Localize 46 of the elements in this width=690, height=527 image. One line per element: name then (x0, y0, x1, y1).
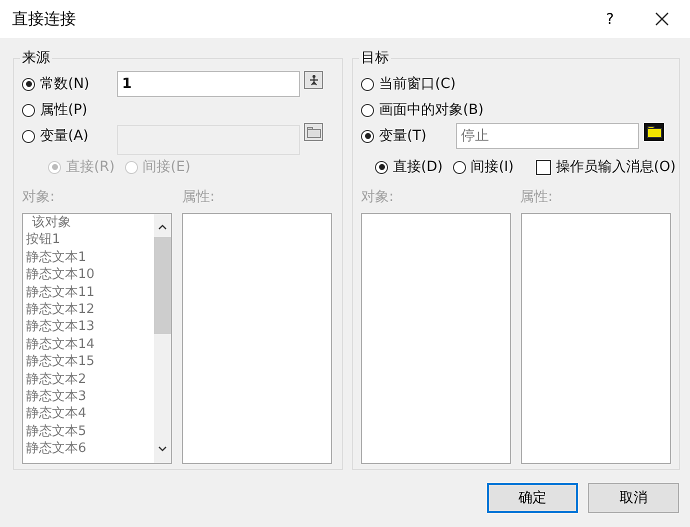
object-list[interactable]: 该对象 按钮1 静态文本1 静态文本10 静态文本11 静态文本12 静态文本13 静态文本14 静态文本15 静态文本2 静态文本3 静态文本4 静态文本5 静态文本6 (22, 213, 172, 464)
list-label: 属性: (520, 188, 554, 206)
list-label: 属性: (182, 188, 216, 206)
group-title: 目标 (359, 49, 391, 67)
radio-option[interactable]: 属性(P) (22, 101, 117, 119)
folder-icon (646, 126, 662, 138)
property-list[interactable] (182, 213, 332, 464)
checkbox[interactable]: 操作员输入消息(O) (536, 158, 676, 176)
window-title: 直接连接 (11, 8, 77, 30)
list-label: 对象: (22, 188, 56, 206)
folder-icon (306, 126, 320, 138)
radio-option[interactable]: 间接(I) (452, 158, 514, 176)
help-button[interactable]: ? (595, 4, 625, 34)
list-item[interactable]: 静态文本5 (26, 422, 154, 440)
text-field[interactable]: 1 (117, 71, 300, 97)
object-list[interactable] (361, 213, 511, 464)
list-item[interactable]: 静态文本14 (26, 336, 154, 354)
person-icon (308, 74, 320, 86)
list-item[interactable]: 按钮1 (26, 231, 154, 249)
list-item[interactable]: 静态文本2 (26, 370, 154, 388)
list-item[interactable]: 静态文本3 (26, 388, 154, 406)
list-label: 对象: (361, 188, 395, 206)
list-item[interactable]: 静态文本4 (26, 405, 154, 423)
radio-option[interactable]: 常数(N) (22, 75, 117, 93)
radio-option[interactable]: 变量(A) (22, 127, 117, 145)
close-icon (655, 12, 669, 26)
radio-option[interactable]: 画面中的对象(B) (361, 101, 484, 119)
radio-option[interactable]: 变量(T) (361, 127, 456, 145)
list-item[interactable]: 静态文本11 (26, 284, 154, 302)
property-list[interactable] (521, 213, 671, 464)
list-item[interactable]: 该对象 (26, 214, 154, 232)
radio-option[interactable]: 直接(D) (375, 158, 443, 176)
field-button[interactable] (304, 71, 323, 89)
group-title: 来源 (20, 49, 52, 67)
dialog-button[interactable]: 确定 (487, 483, 578, 513)
list-item[interactable]: 静态文本12 (26, 301, 154, 318)
list-item[interactable]: 静态文本10 (26, 266, 154, 284)
field-button[interactable] (304, 123, 323, 141)
list-item[interactable]: 静态文本6 (26, 440, 154, 458)
field-button[interactable] (644, 123, 664, 141)
list-item[interactable]: 静态文本15 (26, 353, 154, 371)
list-item[interactable]: 静态文本1 (26, 248, 154, 266)
text-field[interactable]: 停止 (456, 123, 639, 149)
radio-option[interactable]: 当前窗口(C) (361, 75, 456, 93)
list-item[interactable]: 静态文本13 (26, 318, 154, 336)
dialog-button[interactable]: 取消 (588, 483, 679, 513)
